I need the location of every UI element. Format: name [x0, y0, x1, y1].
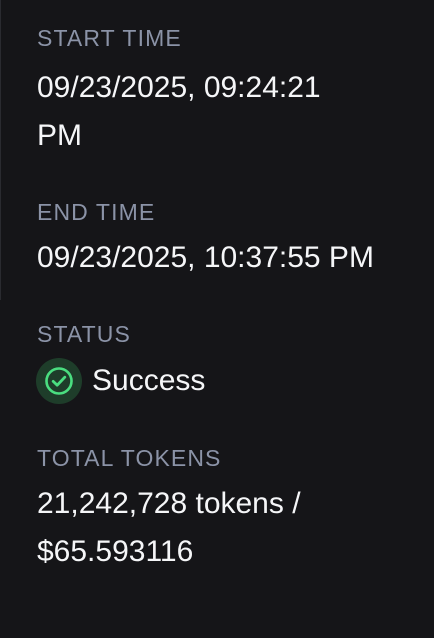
start-time-value-line1: 09/23/2025, 09:24:21 — [37, 71, 321, 104]
total-tokens-count: 21,242,728 tokens / — [37, 487, 301, 520]
status-value-row: Success — [36, 356, 429, 406]
panel-divider — [0, 0, 1, 300]
end-time-field: END TIME 09/23/2025, 10:37:55 PM — [37, 196, 429, 282]
status-label: STATUS — [37, 321, 131, 347]
end-time-label: END TIME — [37, 199, 156, 225]
total-tokens-field: TOTAL TOKENS 21,242,728 tokens / $65.593… — [37, 442, 429, 576]
check-circle-icon — [36, 358, 82, 404]
start-time-field: START TIME 09/23/2025, 09:24:21 PM — [37, 22, 429, 160]
status-field: STATUS Success — [36, 318, 429, 406]
total-tokens-cost: $65.593116 — [37, 535, 194, 568]
run-details-panel: START TIME 09/23/2025, 09:24:21 PM END T… — [36, 22, 429, 576]
start-time-value-line2: PM — [37, 119, 82, 152]
start-time-label: START TIME — [37, 25, 182, 51]
total-tokens-value: 21,242,728 tokens / $65.593116 — [37, 480, 429, 576]
end-time-value: 09/23/2025, 10:37:55 PM — [37, 241, 374, 274]
start-time-value: 09/23/2025, 09:24:21 PM — [37, 64, 429, 160]
total-tokens-label: TOTAL TOKENS — [37, 445, 222, 471]
status-value: Success — [92, 364, 206, 397]
